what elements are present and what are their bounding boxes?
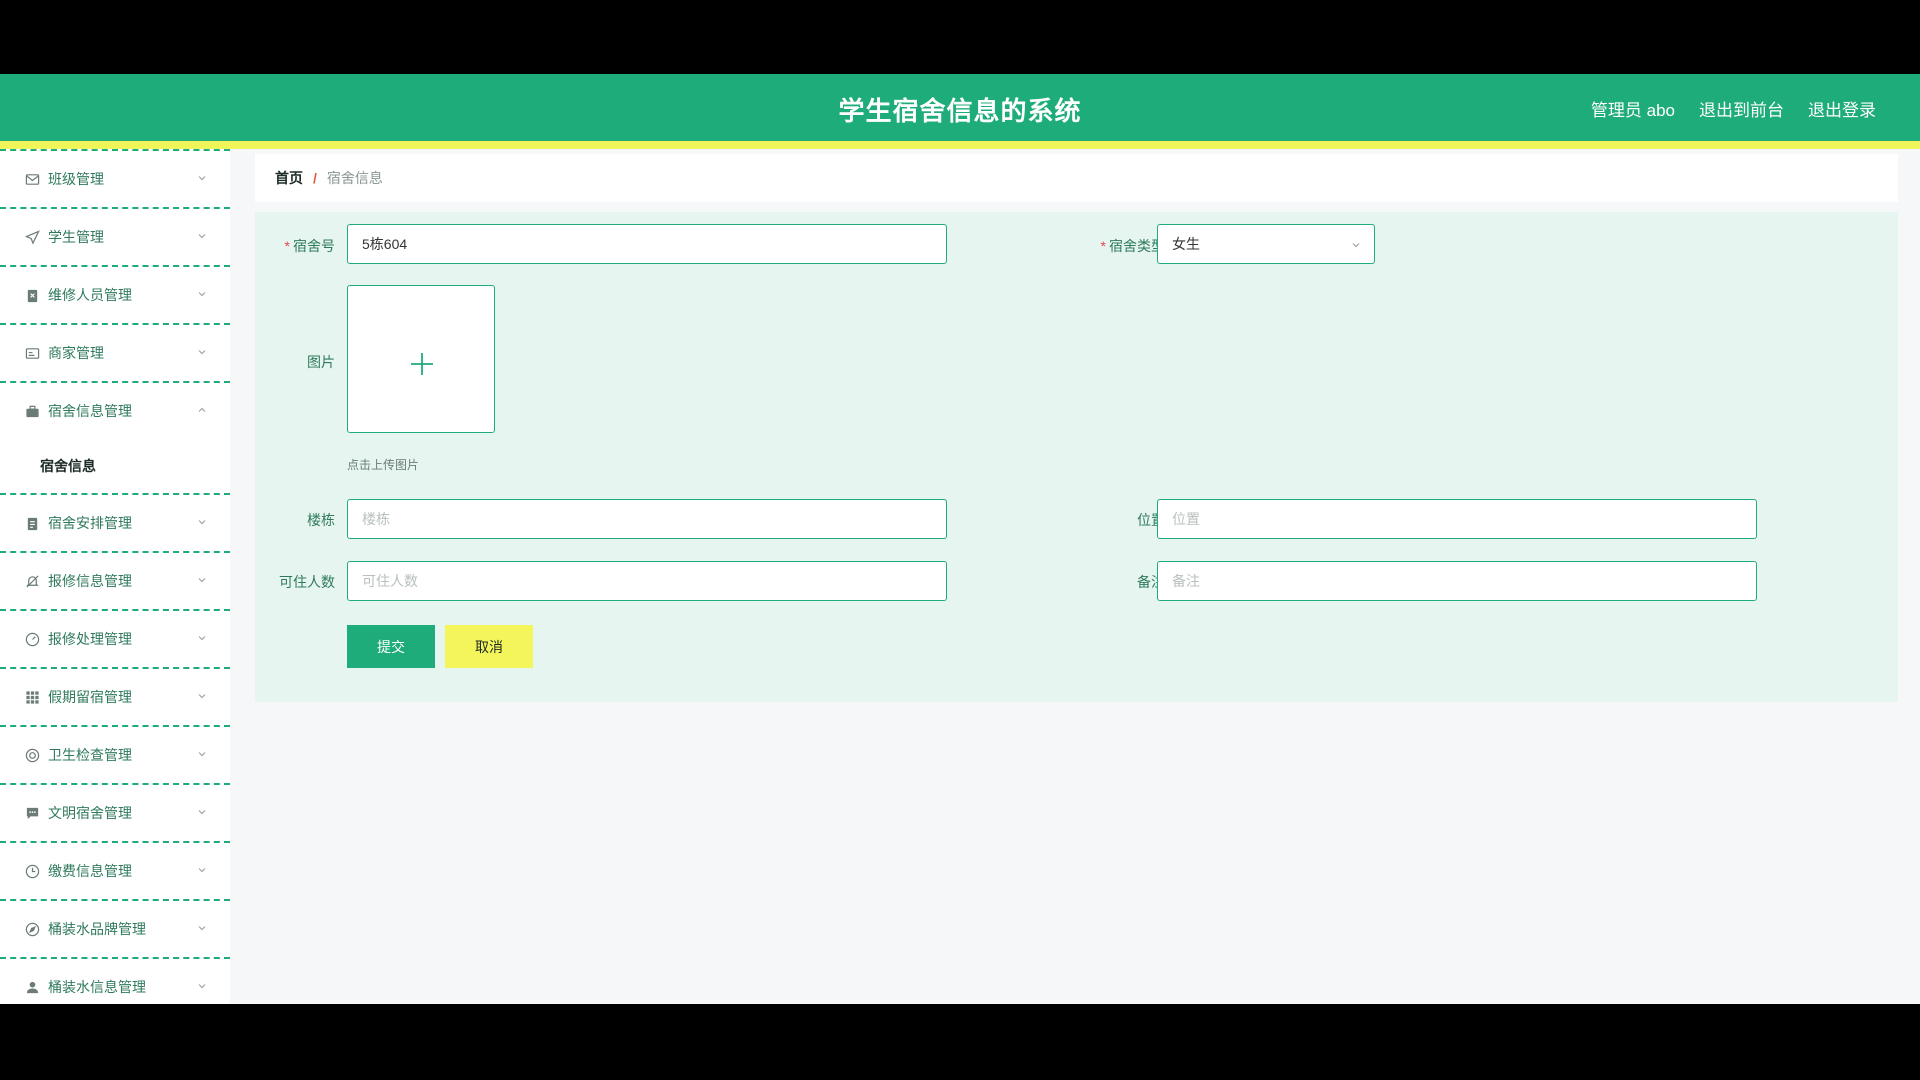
location-field[interactable] (1157, 499, 1757, 539)
sidebar-item-merchant[interactable]: 商家管理 (0, 323, 230, 381)
sidebar-item-label: 宿舍安排管理 (48, 515, 132, 531)
bell-off-icon (24, 573, 40, 589)
chevron-down-icon (196, 805, 208, 817)
remark-label: 备注 (1137, 574, 1165, 590)
breadcrumb-separator: / (313, 170, 317, 186)
submit-button[interactable]: 提交 (347, 625, 435, 668)
chevron-down-icon (196, 229, 208, 241)
chevron-down-icon (196, 921, 208, 933)
gauge-icon (24, 631, 40, 647)
upload-hint: 点击上传图片 (347, 458, 420, 472)
header-user-actions: 管理员 abo 退出到前台 退出登录 (1591, 96, 1876, 121)
cancel-button[interactable]: 取消 (445, 625, 533, 668)
remark-field[interactable] (1157, 561, 1757, 601)
header-accent-stripe (0, 141, 1920, 149)
logout-link[interactable]: 退出登录 (1808, 96, 1876, 121)
sidebar-item-repair-info[interactable]: 报修信息管理 (0, 551, 230, 609)
building-input[interactable] (362, 511, 932, 527)
chevron-down-icon (196, 863, 208, 875)
sidebar-item-label: 班级管理 (48, 171, 104, 187)
capacity-input[interactable] (362, 573, 932, 589)
sidebar-item-label: 桶装水品牌管理 (48, 921, 146, 937)
sidebar-item-label: 假期留宿管理 (48, 689, 132, 705)
sidebar-item-label: 宿舍信息管理 (48, 403, 132, 419)
lifebuoy-icon (24, 747, 40, 763)
chevron-up-icon (196, 403, 208, 415)
sidebar-item-repair-staff[interactable]: 维修人员管理 (0, 265, 230, 323)
sidebar-item-hygiene-check[interactable]: 卫生检查管理 (0, 725, 230, 783)
building-label: 楼栋 (307, 512, 335, 528)
chevron-down-icon (196, 171, 208, 183)
compass-icon (24, 921, 40, 937)
briefcase-icon (24, 403, 40, 419)
remark-input[interactable] (1172, 573, 1742, 589)
sidebar-item-label: 卫生检查管理 (48, 747, 132, 763)
dorm-no-field[interactable] (347, 224, 947, 264)
required-mark: * (1100, 238, 1106, 254)
capacity-label: 可住人数 (279, 574, 335, 590)
sidebar-item-label: 维修人员管理 (48, 287, 132, 303)
sidebar-item-label: 桶装水信息管理 (48, 979, 146, 995)
image-label: 图片 (307, 354, 335, 370)
chevron-down-icon (196, 287, 208, 299)
dorm-form: *宿舍号 *宿舍类型 女生 图片 点击上传图片 楼栋 位置 (255, 212, 1898, 702)
top-header: 学生宿舍信息的系统 管理员 abo 退出到前台 退出登录 (0, 74, 1920, 141)
sidebar-item-label: 报修处理管理 (48, 631, 132, 647)
sidebar-item-dorm-info[interactable]: 宿舍信息管理 (0, 381, 230, 439)
sidebar-item-label: 报修信息管理 (48, 573, 132, 589)
location-label: 位置 (1137, 512, 1165, 528)
sidebar-subitem-dorm-info[interactable]: 宿舍信息 (0, 439, 230, 493)
sidebar-item-payment[interactable]: 缴费信息管理 (0, 841, 230, 899)
required-mark: * (284, 238, 290, 254)
dorm-no-label: * 宿舍号 (255, 236, 335, 256)
sidebar-item-label: 商家管理 (48, 345, 104, 361)
chevron-down-icon (196, 515, 208, 527)
image-upload-box[interactable] (347, 285, 495, 433)
chevron-down-icon (196, 573, 208, 585)
id-card-icon (24, 345, 40, 361)
sidebar-item-water-brand[interactable]: 桶装水品牌管理 (0, 899, 230, 957)
admin-user-label[interactable]: 管理员 abo (1591, 96, 1675, 121)
app-window: 学生宿舍信息的系统 管理员 abo 退出到前台 退出登录 班级管理 学生管理 维… (0, 74, 1920, 1004)
clock-icon (24, 863, 40, 879)
chevron-down-icon (1350, 238, 1362, 250)
sidebar: 班级管理 学生管理 维修人员管理 商家管理 宿舍信息管理 宿舍信息 宿舍安排管理 (0, 149, 230, 1004)
sidebar-item-repair-handle[interactable]: 报修处理管理 (0, 609, 230, 667)
dorm-no-label-text: 宿舍号 (293, 238, 335, 254)
sidebar-item-holiday-stay[interactable]: 假期留宿管理 (0, 667, 230, 725)
sidebar-item-water-info[interactable]: 桶装水信息管理 (0, 957, 230, 1004)
mail-icon (24, 171, 40, 187)
exit-to-front-link[interactable]: 退出到前台 (1699, 96, 1784, 121)
dorm-type-selected-value: 女生 (1172, 236, 1200, 252)
sidebar-item-student[interactable]: 学生管理 (0, 207, 230, 265)
clipboard-x-icon (24, 287, 40, 303)
plus-icon (408, 350, 436, 378)
capacity-field[interactable] (347, 561, 947, 601)
chevron-down-icon (196, 979, 208, 991)
breadcrumb-home[interactable]: 首页 (275, 168, 303, 188)
chevron-down-icon (196, 345, 208, 357)
chat-icon (24, 805, 40, 821)
sidebar-item-label: 文明宿舍管理 (48, 805, 132, 821)
user-icon (24, 979, 40, 995)
send-icon (24, 229, 40, 245)
location-input[interactable] (1172, 511, 1742, 527)
dorm-no-input[interactable] (362, 236, 932, 252)
building-field[interactable] (347, 499, 947, 539)
grid-icon (24, 689, 40, 705)
sidebar-item-dorm-arrange[interactable]: 宿舍安排管理 (0, 493, 230, 551)
sidebar-item-label: 学生管理 (48, 229, 104, 245)
chevron-down-icon (196, 689, 208, 701)
dorm-type-label: * 宿舍类型 (1075, 236, 1165, 256)
sidebar-item-civilized-dorm[interactable]: 文明宿舍管理 (0, 783, 230, 841)
sidebar-item-label: 缴费信息管理 (48, 863, 132, 879)
breadcrumb: 首页 / 宿舍信息 (255, 154, 1898, 202)
breadcrumb-current: 宿舍信息 (326, 170, 383, 186)
main-content: 首页 / 宿舍信息 *宿舍号 *宿舍类型 女生 图片 点击上传图片 楼栋 (255, 154, 1898, 702)
dorm-type-select[interactable]: 女生 (1157, 224, 1375, 264)
chevron-down-icon (196, 747, 208, 759)
clipboard-icon (24, 515, 40, 531)
chevron-down-icon (196, 631, 208, 643)
sidebar-item-class[interactable]: 班级管理 (0, 149, 230, 207)
